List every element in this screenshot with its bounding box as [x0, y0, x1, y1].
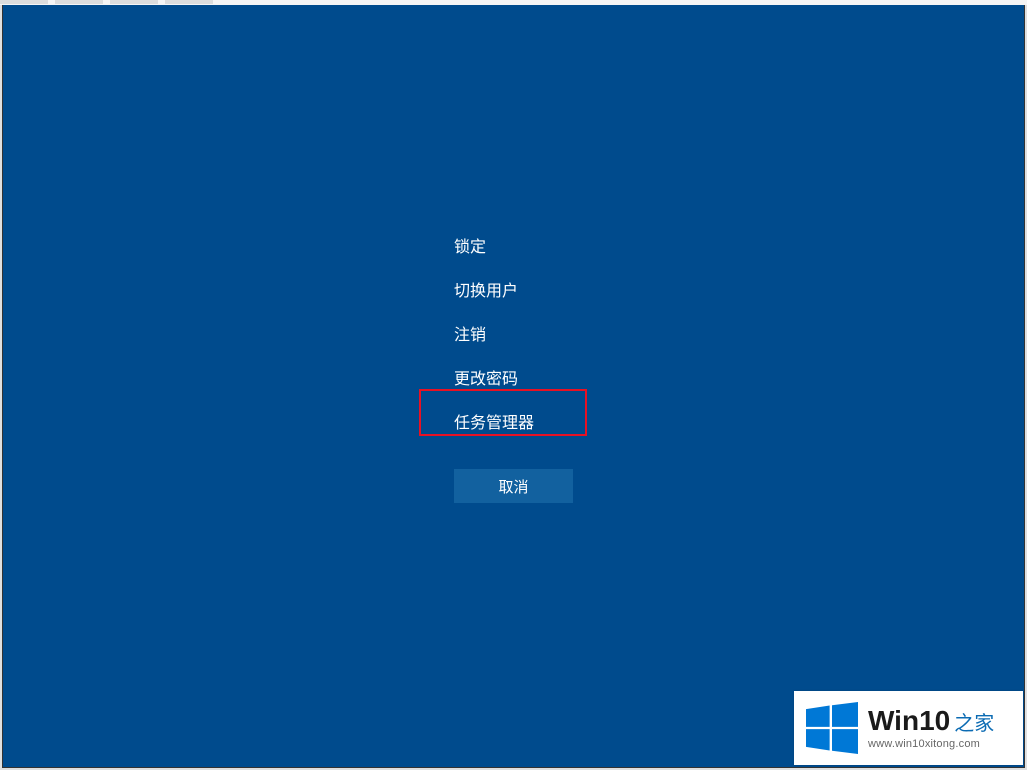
cancel-button[interactable]: 取消 — [454, 469, 573, 503]
sign-out-option[interactable]: 注销 — [454, 311, 534, 355]
security-options-menu: 锁定 切换用户 注销 更改密码 任务管理器 — [454, 223, 534, 443]
security-screen: 锁定 切换用户 注销 更改密码 任务管理器 取消 — [2, 4, 1025, 768]
switch-user-option[interactable]: 切换用户 — [454, 267, 534, 311]
change-password-option[interactable]: 更改密码 — [454, 355, 534, 399]
watermark-suffix: 之家 — [954, 713, 994, 735]
watermark-badge: Win10 之家 www.win10xitong.com — [794, 691, 1023, 765]
windows-logo-icon — [806, 702, 858, 754]
task-manager-option[interactable]: 任务管理器 — [454, 399, 534, 443]
watermark-brand: Win10 — [868, 706, 950, 737]
watermark-url: www.win10xitong.com — [868, 738, 994, 750]
window-top-strip — [0, 0, 1027, 5]
watermark-text: Win10 之家 www.win10xitong.com — [868, 706, 994, 751]
lock-option[interactable]: 锁定 — [454, 223, 534, 267]
